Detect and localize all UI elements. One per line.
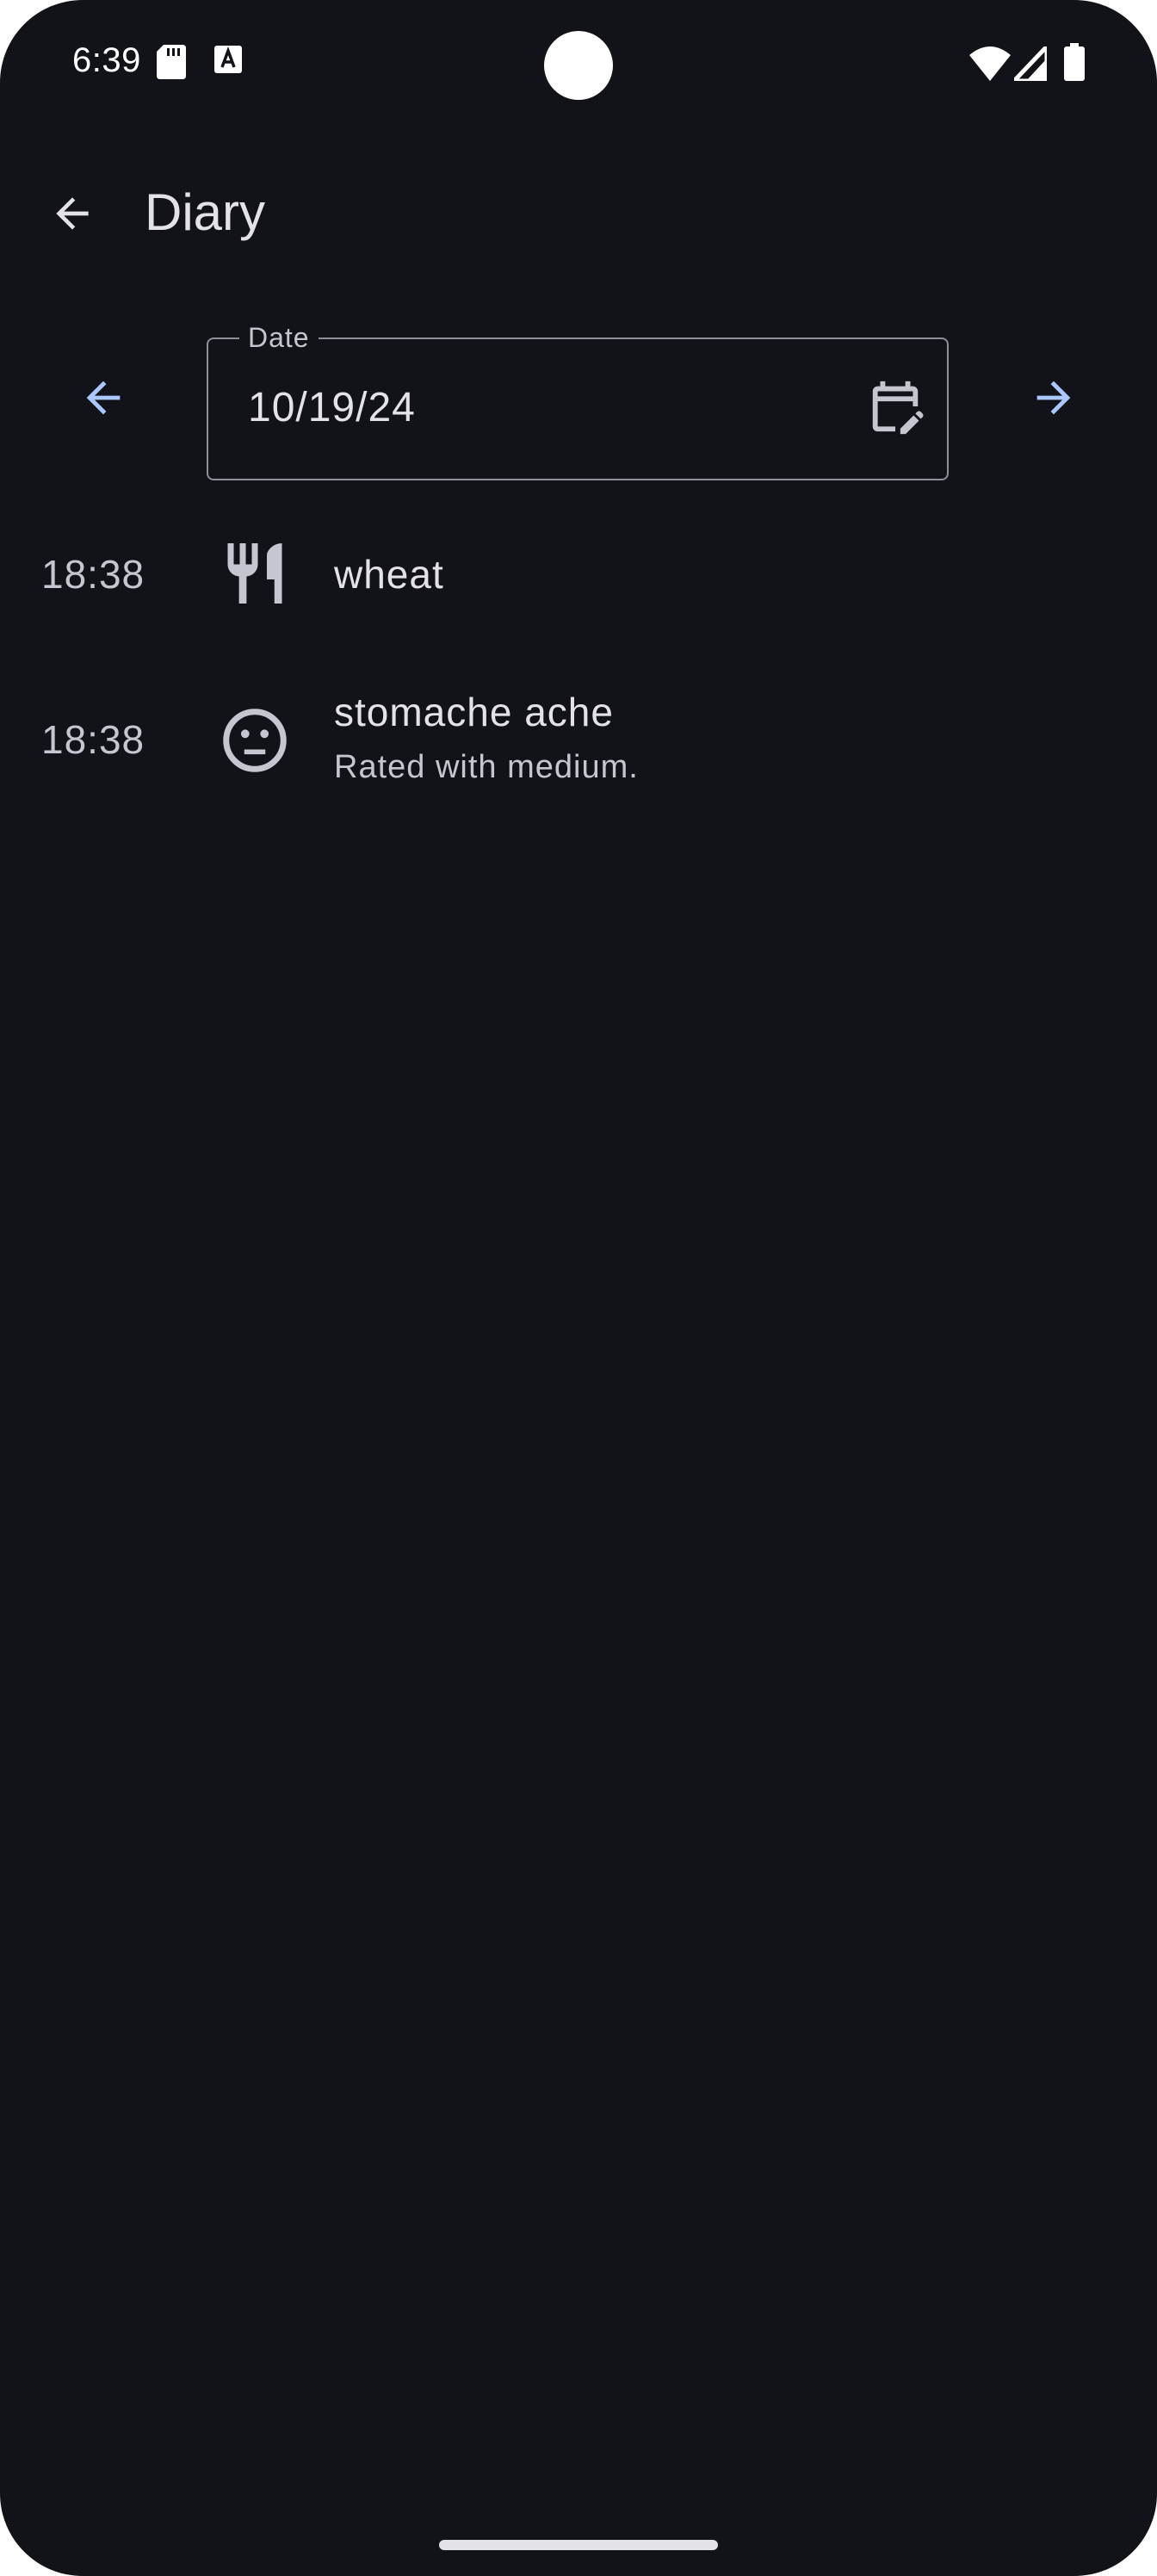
screen: 6:39 Diary Date 10/19/24 18:38 wheat 18:… (0, 0, 1157, 2576)
arrow-back-icon (78, 373, 128, 427)
sd-card-icon (157, 45, 186, 84)
entry-time: 18:38 (41, 717, 145, 762)
camera-cutout (544, 31, 613, 100)
keyboard-a-icon (213, 45, 243, 78)
entry-subtitle: Rated with medium. (334, 749, 639, 785)
next-day-button[interactable] (1011, 356, 1097, 443)
cell-signal-icon (1009, 40, 1049, 85)
date-label: Date (239, 320, 319, 355)
page-title: Diary (145, 183, 266, 241)
back-button[interactable] (34, 177, 110, 253)
date-value[interactable]: 10/19/24 (248, 384, 416, 431)
wifi-icon (969, 46, 1011, 85)
entry-time: 18:38 (41, 552, 145, 597)
restaurant-icon (219, 537, 291, 610)
neutral-face-icon (219, 704, 291, 777)
status-bar: 6:39 (0, 0, 1157, 129)
arrow-back-icon (48, 189, 96, 242)
status-time: 6:39 (72, 41, 141, 79)
arrow-forward-icon (1029, 373, 1079, 427)
entry-title: stomache ache (334, 690, 614, 734)
entry-title: wheat (334, 552, 444, 597)
calendar-edit-button[interactable] (861, 374, 930, 443)
top-app-bar: Diary (0, 164, 1157, 260)
list-item[interactable]: 18:38 wheat (0, 517, 1157, 632)
date-field[interactable]: Date 10/19/24 (207, 320, 949, 480)
battery-icon (1064, 43, 1085, 85)
calendar-edit-icon (865, 376, 925, 441)
previous-day-button[interactable] (60, 356, 146, 443)
list-item[interactable]: 18:38 stomache ache Rated with medium. (0, 672, 1157, 808)
gesture-handle[interactable] (439, 2540, 718, 2550)
